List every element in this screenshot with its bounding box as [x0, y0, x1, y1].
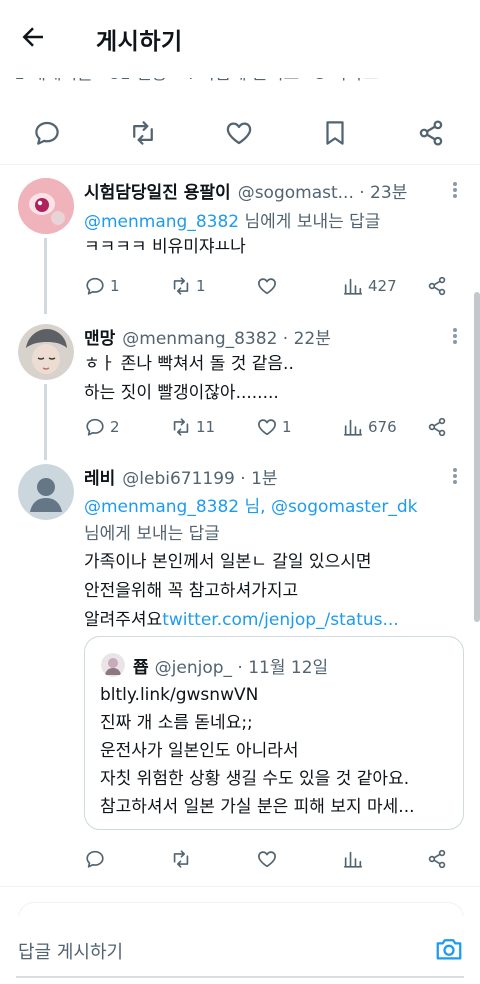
share-icon	[428, 276, 446, 296]
retweet-icon	[173, 277, 189, 295]
tweet-header: 시험담당일진 용팔이 @sogomast... · 23분	[84, 178, 407, 203]
avatar	[101, 653, 125, 677]
heart-icon	[226, 122, 252, 145]
display-name[interactable]: 시험담당일진 용팔이	[84, 178, 231, 203]
main-tweet-actions	[0, 108, 480, 158]
reply-composer: 답글 게시하기	[0, 916, 480, 984]
handle-and-time[interactable]: @sogomast... · 23분	[238, 178, 408, 203]
share-button[interactable]	[426, 273, 448, 299]
views-button[interactable]: 676	[342, 414, 397, 440]
tweet-header: 맨망 @menmang_8382 · 22분	[84, 324, 331, 349]
tweet-actions: 1 1 427	[84, 273, 454, 299]
share-button[interactable]	[426, 846, 448, 872]
share-button[interactable]	[416, 118, 446, 148]
reply-to-line: @menmang_8382 님, @sogomaster_dk	[84, 492, 418, 517]
views-icon	[343, 419, 363, 436]
tweet-text: 가족이나 본인께서 일본ㄴ 갈일 있으시면 안전을위해 꼭 참고하셔가지고 알려…	[84, 552, 399, 630]
retweet-button[interactable]: 1	[170, 273, 206, 299]
reply-button[interactable]	[84, 846, 106, 872]
avatar[interactable]	[18, 178, 74, 234]
reply-input[interactable]: 답글 게시하기	[18, 938, 123, 964]
share-button[interactable]	[426, 414, 448, 440]
retweet-icon	[173, 418, 189, 436]
camera-icon	[436, 939, 462, 960]
display-name[interactable]: 맨망	[84, 324, 115, 349]
reply-icon	[86, 418, 104, 436]
views-icon	[343, 278, 363, 295]
retweet-button[interactable]	[128, 118, 158, 148]
like-button[interactable]	[224, 118, 254, 148]
views-icon	[343, 851, 363, 868]
tweet-text: ㅋㅋㅋㅋ 비유미쟈ㅛ나	[84, 237, 246, 257]
camera-button[interactable]	[434, 934, 464, 964]
handle-and-time[interactable]: @lebi671199 · 1분	[122, 464, 277, 489]
retweet-count: 1	[196, 277, 206, 295]
share-icon	[428, 417, 446, 437]
like-button[interactable]	[256, 846, 278, 872]
reply-icon	[86, 850, 104, 868]
bookmark-icon	[326, 121, 344, 145]
like-button[interactable]	[256, 273, 278, 299]
reply-count: 1	[110, 277, 120, 295]
handle-and-time: @jenjop_ · 11월 12일	[154, 658, 329, 678]
mention-link[interactable]: @menmang_8382	[84, 212, 239, 232]
more-button[interactable]	[448, 466, 462, 486]
views-button[interactable]: 427	[342, 273, 397, 299]
quote-header: 쬽 @jenjop_ · 11월 12일	[133, 653, 328, 678]
reply-to-line: @menmang_8382 님에게 보내는 답글	[84, 212, 381, 232]
share-icon	[428, 849, 446, 869]
retweet-button[interactable]: 11	[170, 414, 215, 440]
arrow-left-icon	[22, 27, 43, 47]
like-count: 1	[282, 418, 292, 436]
retweet-icon	[173, 850, 189, 868]
heart-icon	[258, 278, 276, 295]
reply-count: 2	[110, 418, 120, 436]
scrollbar[interactable]	[474, 292, 480, 622]
heart-icon	[258, 851, 276, 868]
reply-button[interactable]: 1	[84, 273, 120, 299]
tweet-actions	[84, 846, 454, 872]
display-name[interactable]: 레비	[84, 464, 115, 489]
input-underline	[16, 976, 464, 978]
thread-line	[44, 238, 47, 314]
retweet-icon	[133, 121, 153, 145]
retweet-button[interactable]	[170, 846, 192, 872]
more-button[interactable]	[448, 326, 462, 346]
tweet-actions: 2 11 1 676	[84, 414, 454, 440]
avatar[interactable]	[18, 324, 74, 380]
reply-to-suffix: 님에게 보내는 답글	[84, 524, 220, 544]
reply-button[interactable]	[32, 118, 62, 148]
quote-text: bltly.link/gwsnwVN 진짜 개 소름 돋네요;; 운전사가 일본…	[100, 685, 415, 817]
back-button[interactable]	[18, 22, 58, 56]
tweet-link[interactable]: twitter.com/jenjop_/status...	[162, 610, 399, 630]
quoted-tweet[interactable]: 쬽 @jenjop_ · 11월 12일 bltly.link/gwsnwVN 진…	[84, 636, 464, 830]
divider	[0, 886, 480, 887]
heart-icon	[258, 419, 276, 436]
share-icon	[419, 120, 443, 146]
like-button[interactable]: 1	[256, 414, 292, 440]
tweet-header: 레비 @lebi671199 · 1분	[84, 464, 278, 489]
reply-icon	[86, 277, 104, 295]
page-title: 게시하기	[96, 29, 183, 55]
reply-button[interactable]: 2	[84, 414, 120, 440]
display-name: 쬽	[133, 658, 149, 678]
view-count: 427	[368, 277, 397, 295]
divider	[0, 164, 480, 165]
views-button[interactable]	[342, 846, 364, 872]
more-button[interactable]	[448, 180, 462, 200]
mention-link[interactable]: @menmang_8382 님, @sogomaster_dk	[84, 497, 418, 517]
thread-line	[44, 384, 47, 460]
tweet-text: ㅎㅏ 존나 빡쳐서 돌 것 같음.. 하는 짓이 빨갱이잖아........	[84, 354, 294, 403]
handle-and-time[interactable]: @menmang_8382 · 22분	[122, 324, 331, 349]
top-bar: 게시하기	[0, 0, 480, 78]
retweet-count: 11	[196, 418, 216, 436]
view-count: 676	[368, 418, 397, 436]
avatar[interactable]	[18, 464, 74, 520]
bookmark-button[interactable]	[320, 118, 350, 148]
reply-icon	[35, 121, 59, 145]
